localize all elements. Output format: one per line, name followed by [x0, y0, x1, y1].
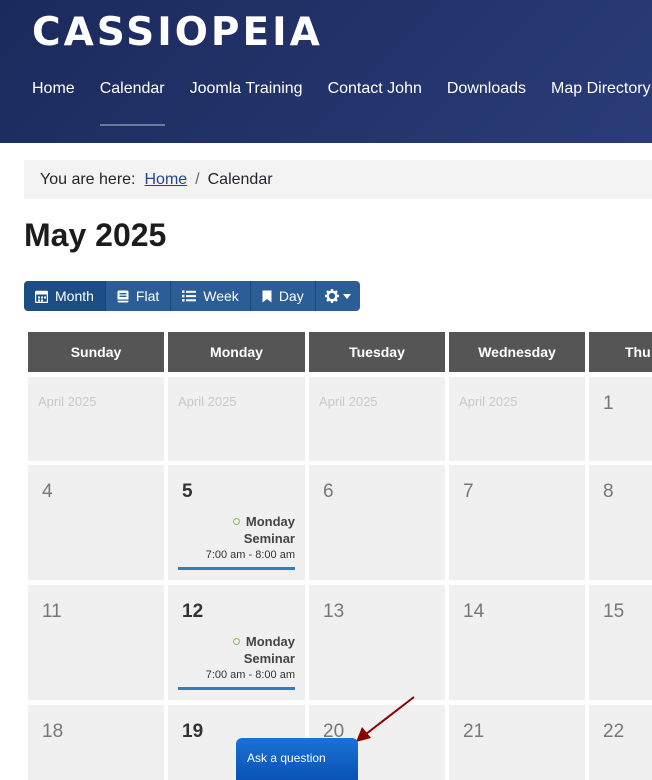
calendar-event[interactable]: Monday Seminar 7:00 am - 8:00 am: [178, 513, 295, 570]
site-brand[interactable]: CASSIOPEIA: [32, 10, 323, 55]
day-number: 12: [182, 601, 204, 622]
view-month-label: Month: [55, 288, 94, 304]
day-cell[interactable]: 1: [589, 377, 652, 461]
breadcrumb-separator: /: [195, 170, 200, 188]
list-icon: [182, 290, 197, 302]
gear-icon: [324, 289, 339, 303]
bookmark-icon: [262, 290, 272, 302]
prev-month-label: April 2025: [459, 394, 518, 409]
page-title: May 2025: [24, 217, 167, 253]
day-number: 1: [603, 393, 614, 414]
weekday-header: Sunday: [28, 332, 164, 372]
day-number: 13: [323, 601, 345, 622]
view-week-button[interactable]: Week: [171, 281, 251, 311]
ask-question-button[interactable]: Ask a question: [236, 738, 358, 780]
prev-month-label: April 2025: [319, 394, 378, 409]
day-number: 18: [42, 721, 64, 742]
day-cell[interactable]: 7: [449, 465, 585, 580]
day-cell[interactable]: April 2025: [449, 377, 585, 461]
view-flat-button[interactable]: Flat: [105, 281, 172, 311]
day-number: 21: [463, 721, 485, 742]
book-icon: [117, 290, 129, 302]
event-title[interactable]: Monday Seminar: [244, 514, 295, 546]
calendar-icon: [35, 290, 48, 303]
view-month-button[interactable]: Month: [24, 281, 106, 311]
day-number: 19: [182, 721, 204, 742]
day-number: 22: [603, 721, 625, 742]
day-cell[interactable]: 8: [589, 465, 652, 580]
event-dot-icon: [232, 518, 240, 525]
day-number: 5: [182, 481, 193, 502]
breadcrumb: You are here: Home / Calendar: [24, 160, 652, 199]
event-dot-icon: [232, 638, 240, 645]
prev-month-label: April 2025: [38, 394, 97, 409]
weekday-header: Wednesday: [449, 332, 585, 372]
view-week-label: Week: [203, 288, 239, 304]
nav-calendar[interactable]: Calendar: [99, 80, 165, 126]
day-cell[interactable]: 6: [309, 465, 445, 580]
prev-month-label: April 2025: [178, 394, 237, 409]
nav-contact-john[interactable]: Contact John: [328, 80, 422, 98]
day-cell[interactable]: 13: [309, 585, 445, 700]
day-cell[interactable]: 4: [28, 465, 164, 580]
day-cell[interactable]: 14: [449, 585, 585, 700]
breadcrumb-prefix: You are here:: [40, 170, 136, 188]
nav-home[interactable]: Home: [32, 80, 75, 98]
day-number: 4: [42, 481, 53, 502]
settings-dropdown-button[interactable]: [315, 281, 360, 311]
main-nav: Home Calendar Joomla Training Contact Jo…: [32, 80, 652, 126]
view-day-label: Day: [278, 288, 304, 304]
day-cell[interactable]: 18: [28, 705, 164, 780]
nav-downloads[interactable]: Downloads: [447, 80, 526, 98]
day-cell[interactable]: April 2025: [28, 377, 164, 461]
event-time: 7:00 am - 8:00 am: [205, 549, 295, 561]
event-time: 7:00 am - 8:00 am: [205, 669, 295, 681]
view-flat-label: Flat: [135, 288, 160, 304]
day-cell[interactable]: 5 Monday Seminar 7:00 am - 8:00 am: [168, 465, 305, 580]
nav-joomla-training[interactable]: Joomla Training: [190, 80, 303, 98]
day-cell[interactable]: April 2025: [168, 377, 305, 461]
day-cell[interactable]: 12 Monday Seminar 7:00 am - 8:00 am: [168, 585, 305, 700]
breadcrumb-home-link[interactable]: Home: [144, 171, 187, 189]
day-number: 11: [42, 601, 62, 622]
weekday-header: Thu: [589, 332, 652, 372]
weekday-header: Tuesday: [309, 332, 445, 372]
day-number: 7: [463, 481, 474, 502]
weekday-header: Monday: [168, 332, 305, 372]
day-cell[interactable]: 21: [449, 705, 585, 780]
view-day-button[interactable]: Day: [250, 281, 316, 311]
day-number: 8: [603, 481, 614, 502]
day-number: 14: [463, 601, 485, 622]
calendar-event[interactable]: Monday Seminar 7:00 am - 8:00 am: [178, 633, 295, 690]
day-number: 6: [323, 481, 334, 502]
breadcrumb-current: Calendar: [207, 170, 273, 188]
nav-map-directory[interactable]: Map Directory: [551, 80, 651, 98]
day-cell[interactable]: 22: [589, 705, 652, 780]
day-cell[interactable]: April 2025: [309, 377, 445, 461]
chevron-down-icon: [342, 293, 351, 299]
event-title[interactable]: Monday Seminar: [244, 634, 295, 666]
site-header: CASSIOPEIA Home Calendar Joomla Training…: [0, 0, 652, 143]
view-switcher: Month Flat Week Day: [24, 281, 360, 311]
day-cell[interactable]: 15: [589, 585, 652, 700]
day-number: 15: [603, 601, 625, 622]
day-cell[interactable]: 11: [28, 585, 164, 700]
